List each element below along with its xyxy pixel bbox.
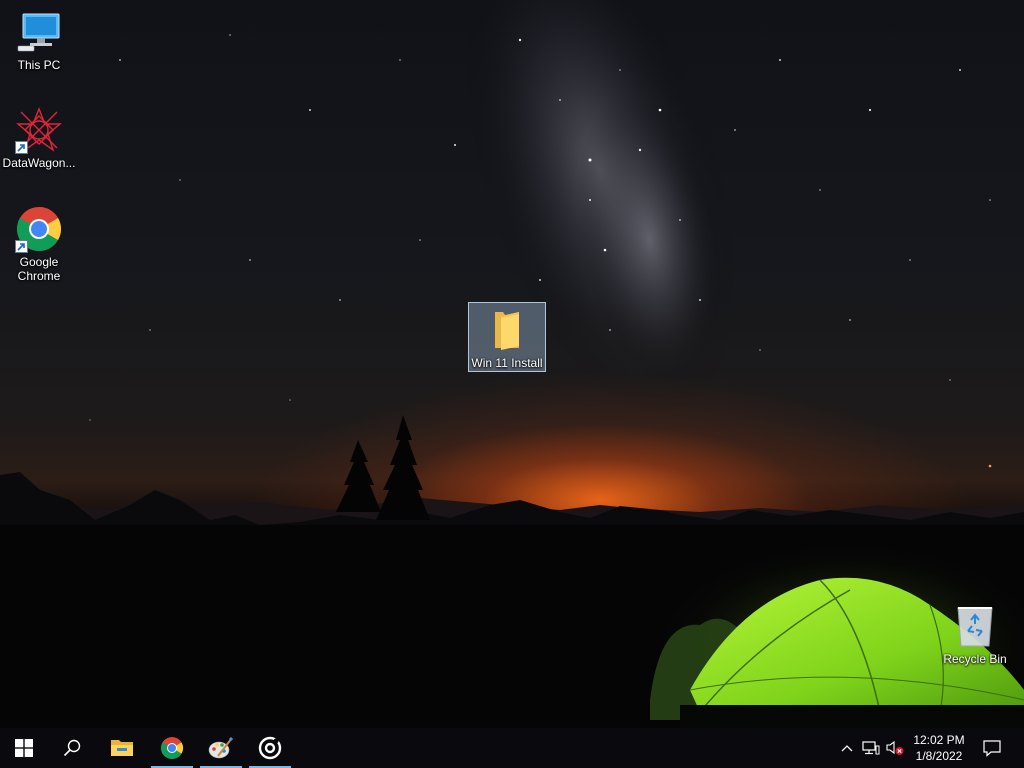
taskbar: 12:02 PM 1/8/2022	[0, 728, 1024, 768]
desktop-icon-label: This PC	[17, 58, 61, 72]
windows-start-icon	[15, 739, 33, 757]
action-center-button[interactable]	[978, 728, 1006, 768]
chrome-icon	[15, 205, 63, 253]
desktop-icon-label: Win 11 Install	[471, 356, 543, 370]
search-icon	[63, 739, 81, 757]
datawagon-logo-icon	[15, 106, 63, 154]
network-icon	[862, 741, 880, 755]
desktop-icon-win-11-install[interactable]: Win 11 Install	[468, 302, 546, 372]
desktop-icon-google-chrome[interactable]: Google Chrome	[1, 205, 77, 283]
clock-time: 12:02 PM	[913, 733, 965, 747]
media-player-icon	[258, 736, 282, 760]
search-button[interactable]	[48, 728, 96, 768]
desktop-icon-datawagon[interactable]: DataWagon...	[1, 106, 77, 170]
clock-date: 1/8/2022	[915, 749, 963, 763]
network-tray-button[interactable]	[860, 728, 882, 768]
chevron-up-icon	[841, 745, 853, 752]
volume-tray-button[interactable]	[884, 728, 906, 768]
desktop-icon-this-pc[interactable]: This PC	[1, 8, 77, 72]
desktop-icon-label: Recycle Bin	[943, 652, 1007, 666]
shortcut-arrow-icon	[15, 240, 28, 253]
chrome-icon	[161, 737, 183, 759]
system-clock[interactable]: 12:02 PM 1/8/2022	[904, 728, 974, 768]
taskbar-file-explorer[interactable]	[98, 728, 146, 768]
desktop-icon-label: Google Chrome	[17, 255, 61, 283]
notifications-icon	[983, 740, 1001, 757]
show-hidden-icons-button[interactable]	[838, 728, 856, 768]
start-button[interactable]	[0, 728, 48, 768]
desktop-icon-label: DataWagon...	[2, 156, 76, 170]
taskbar-chrome[interactable]	[148, 728, 196, 768]
taskbar-paint[interactable]	[197, 728, 245, 768]
shortcut-arrow-icon	[15, 141, 28, 154]
recycle-bin-icon	[951, 602, 999, 650]
taskbar-media-player[interactable]	[246, 728, 294, 768]
file-explorer-icon	[111, 740, 133, 756]
paint-icon	[208, 736, 234, 759]
folder-icon	[483, 306, 531, 354]
computer-icon	[15, 8, 63, 56]
desktop-icon-recycle-bin[interactable]: Recycle Bin	[937, 602, 1013, 666]
speaker-muted-icon	[886, 740, 904, 755]
